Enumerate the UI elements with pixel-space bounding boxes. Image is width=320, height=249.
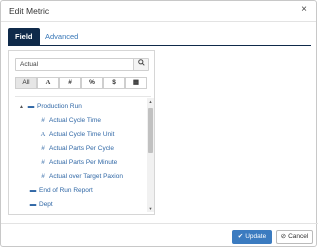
text-icon[interactable]: A — [37, 77, 59, 89]
update-button[interactable]: ✔ Update — [232, 230, 272, 244]
tree-scrollbar[interactable]: ▲ ▼ — [147, 98, 154, 212]
close-icon[interactable]: × — [298, 4, 310, 16]
tree-node-label: End of Run Report — [39, 187, 93, 194]
scroll-thumb[interactable] — [148, 108, 153, 153]
tree-node-label: Actual Cycle Time — [49, 117, 102, 124]
text-type-icon: A — [40, 131, 46, 138]
cancel-icon: ⊘ — [280, 233, 287, 240]
folder-icon: ▬ — [27, 103, 35, 110]
calendar-icon[interactable]: ▦ — [125, 77, 147, 89]
search-icon[interactable] — [133, 59, 148, 70]
tree-node-label: Production Run — [37, 103, 82, 110]
tab-advanced[interactable]: Advanced — [38, 28, 85, 45]
type-filter-bar: All A # % $ ▦ — [15, 77, 149, 89]
footer-divider — [1, 223, 318, 224]
magnifier-glyph — [137, 59, 145, 66]
tab-underline — [8, 45, 311, 46]
tree-folder-production-run[interactable]: ▲ ▬ Production Run — [19, 101, 82, 113]
percent-icon[interactable]: % — [81, 77, 103, 89]
filter-all-button[interactable]: All — [15, 77, 37, 89]
tree-item-actual-parts-per-minute[interactable]: # Actual Parts Per Minute — [39, 157, 117, 169]
folder-icon: ▬ — [29, 201, 37, 208]
caret-up-icon[interactable]: ▲ — [19, 101, 25, 113]
tree-folder-end-of-run-report[interactable]: ▬ End of Run Report — [29, 185, 93, 197]
number-type-icon: # — [41, 117, 45, 124]
tab-field[interactable]: Field — [8, 28, 40, 45]
field-tree: ▲ ▬ Production Run # Actual Cycle Time A Act… — [15, 96, 151, 211]
tree-item-actual-parts-per-cycle[interactable]: # Actual Parts Per Cycle — [39, 143, 114, 155]
edit-metric-dialog: Edit Metric × Field Advanced All A # % $… — [0, 0, 318, 247]
tree-node-label: Dept — [39, 201, 53, 208]
search-box — [15, 58, 149, 71]
cancel-button[interactable]: ⊘ Cancel — [276, 230, 313, 244]
scroll-up-icon[interactable]: ▲ — [147, 98, 154, 105]
folder-icon: ▬ — [29, 187, 37, 194]
cancel-button-label: Cancel — [288, 233, 309, 240]
dialog-title: Edit Metric — [9, 6, 50, 16]
tree-item-actual-cycle-time[interactable]: # Actual Cycle Time — [39, 115, 101, 127]
tree-item-actual-cycle-time-unit[interactable]: A Actual Cycle Time Unit — [39, 129, 115, 141]
check-icon: ✔ — [237, 233, 244, 240]
tree-node-label: Actual Parts Per Minute — [49, 159, 118, 166]
number-type-icon: # — [41, 173, 45, 180]
number-icon[interactable]: # — [59, 77, 81, 89]
tree-node-label: Actual Cycle Time Unit — [49, 131, 115, 138]
tree-item-actual-over-target-paxion[interactable]: # Actual over Target Paxion — [39, 171, 123, 183]
search-input[interactable] — [16, 59, 138, 70]
tree-node-label: Actual over Target Paxion — [49, 173, 123, 180]
number-type-icon: # — [41, 159, 45, 166]
update-button-label: Update — [245, 233, 267, 240]
currency-icon[interactable]: $ — [103, 77, 125, 89]
dialog-titlebar: Edit Metric × — [1, 1, 316, 22]
field-panel: All A # % $ ▦ ▲▬Production Run #Actual C… — [8, 50, 155, 215]
number-type-icon: # — [41, 145, 45, 152]
scroll-down-icon[interactable]: ▼ — [147, 205, 154, 212]
tree-node-label: Actual Parts Per Cycle — [49, 145, 115, 152]
tree-folder-dept[interactable]: ▬ Dept — [29, 199, 53, 211]
